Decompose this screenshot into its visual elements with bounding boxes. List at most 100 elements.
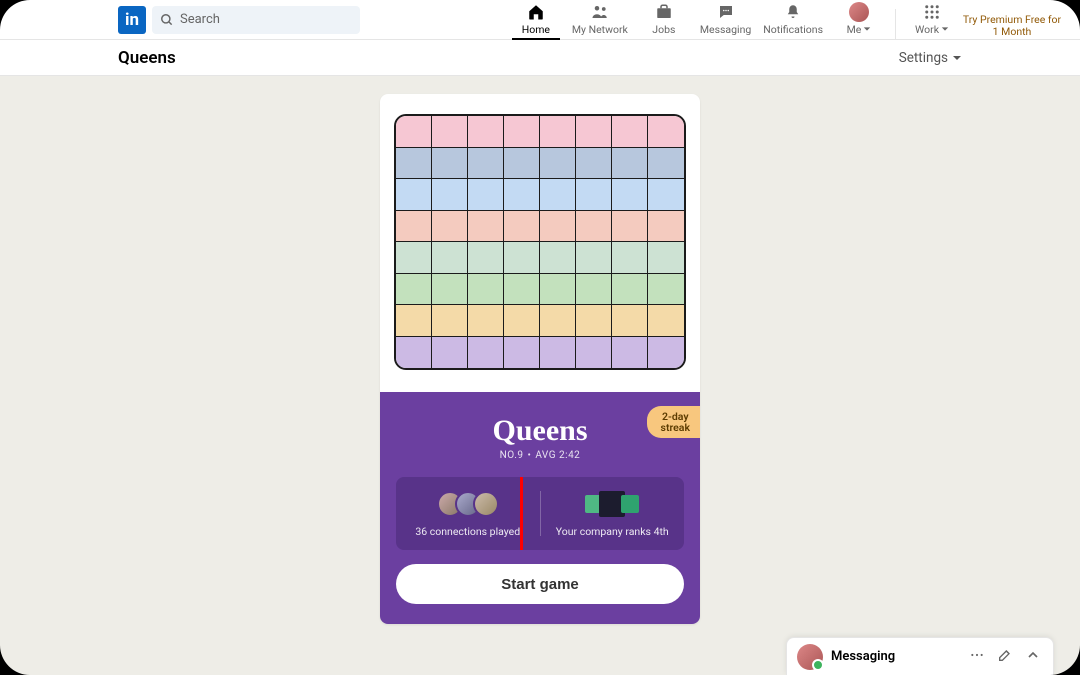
board-cell[interactable] <box>468 179 504 211</box>
board-cell[interactable] <box>396 179 432 211</box>
board-cell[interactable] <box>540 242 576 274</box>
game-meta: NO.9•AVG 2:42 <box>396 450 684 461</box>
board-cell[interactable] <box>576 305 612 337</box>
avatar-icon <box>797 644 823 670</box>
board-cell[interactable] <box>540 337 576 369</box>
board-cell[interactable] <box>612 337 648 369</box>
board-cell[interactable] <box>432 242 468 274</box>
jobs-icon <box>654 3 674 21</box>
board-cell[interactable] <box>504 242 540 274</box>
board-cell[interactable] <box>540 305 576 337</box>
nav-premium[interactable]: Try Premium Free for 1 Month <box>962 14 1062 39</box>
avatar-icon <box>849 2 869 22</box>
board-cell[interactable] <box>648 305 684 337</box>
board-cell[interactable] <box>396 116 432 148</box>
board-cell[interactable] <box>648 148 684 180</box>
stats-row: 36 connections played Your company ranks… <box>396 477 684 550</box>
board-cell[interactable] <box>468 242 504 274</box>
settings-button[interactable]: Settings <box>899 50 962 66</box>
board-cell[interactable] <box>504 148 540 180</box>
search-input[interactable]: Search <box>152 6 360 34</box>
board-cell[interactable] <box>504 116 540 148</box>
board-cell[interactable] <box>432 274 468 306</box>
nav-network[interactable]: My Network <box>566 3 634 39</box>
stat-company-rank[interactable]: Your company ranks 4th <box>541 477 685 550</box>
board-cell[interactable] <box>432 148 468 180</box>
board-cell[interactable] <box>612 148 648 180</box>
nav-home[interactable]: Home <box>506 3 566 39</box>
board-cell[interactable] <box>648 211 684 243</box>
page-title: Queens <box>118 48 176 68</box>
board-cell[interactable] <box>612 242 648 274</box>
more-icon[interactable] <box>967 645 987 669</box>
board-cell[interactable] <box>540 274 576 306</box>
board-cell[interactable] <box>504 337 540 369</box>
board-cell[interactable] <box>396 274 432 306</box>
messaging-title: Messaging <box>831 649 895 664</box>
board-cell[interactable] <box>648 116 684 148</box>
board-cell[interactable] <box>540 148 576 180</box>
board-cell[interactable] <box>396 211 432 243</box>
game-card: 2-day streak Queens NO.9•AVG 2:42 36 con… <box>380 94 700 624</box>
board-cell[interactable] <box>648 337 684 369</box>
bell-icon <box>783 3 803 21</box>
board-cell[interactable] <box>540 116 576 148</box>
board-cell[interactable] <box>540 211 576 243</box>
nav-messaging[interactable]: Messaging <box>694 3 757 39</box>
board-cell[interactable] <box>576 211 612 243</box>
nav-notifications[interactable]: Notifications <box>757 3 829 39</box>
messaging-icon <box>716 3 736 21</box>
board-cell[interactable] <box>396 337 432 369</box>
board-cell[interactable] <box>576 148 612 180</box>
board-cell[interactable] <box>504 274 540 306</box>
board-cell[interactable] <box>504 179 540 211</box>
linkedin-logo[interactable]: in <box>118 6 146 34</box>
board-cell[interactable] <box>576 116 612 148</box>
streak-badge: 2-day streak <box>647 406 700 438</box>
board-cell[interactable] <box>504 305 540 337</box>
board-cell[interactable] <box>432 116 468 148</box>
board-cell[interactable] <box>612 179 648 211</box>
search-icon <box>160 13 174 27</box>
board-cell[interactable] <box>648 242 684 274</box>
nav-jobs[interactable]: Jobs <box>634 3 694 39</box>
board-cell[interactable] <box>576 274 612 306</box>
board-cell[interactable] <box>612 211 648 243</box>
chevron-up-icon[interactable] <box>1023 645 1043 669</box>
board-cell[interactable] <box>396 305 432 337</box>
caret-down-icon <box>941 25 949 33</box>
avatar-icon <box>473 491 499 517</box>
board-cell[interactable] <box>432 179 468 211</box>
board-cell[interactable] <box>540 179 576 211</box>
board-cell[interactable] <box>468 148 504 180</box>
board-cell[interactable] <box>612 274 648 306</box>
board-cell[interactable] <box>612 305 648 337</box>
board-cell[interactable] <box>612 116 648 148</box>
board-cell[interactable] <box>576 179 612 211</box>
start-game-button[interactable]: Start game <box>396 564 684 604</box>
nav-me[interactable]: Me <box>829 2 889 39</box>
board-cell[interactable] <box>468 211 504 243</box>
stat-connections[interactable]: 36 connections played <box>396 477 540 550</box>
queens-board <box>394 114 686 370</box>
network-icon <box>590 3 610 21</box>
board-cell[interactable] <box>468 116 504 148</box>
board-cell[interactable] <box>396 148 432 180</box>
board-cell[interactable] <box>504 211 540 243</box>
board-cell[interactable] <box>432 337 468 369</box>
board-cell[interactable] <box>396 242 432 274</box>
board-cell[interactable] <box>432 305 468 337</box>
board-cell[interactable] <box>468 337 504 369</box>
board-cell[interactable] <box>468 274 504 306</box>
board-cell[interactable] <box>648 179 684 211</box>
messaging-bar[interactable]: Messaging <box>786 637 1054 675</box>
board-cell[interactable] <box>468 305 504 337</box>
nav-work[interactable]: Work <box>902 3 962 39</box>
board-cell[interactable] <box>648 274 684 306</box>
board-cell[interactable] <box>576 337 612 369</box>
board-cell[interactable] <box>432 211 468 243</box>
nav-separator <box>895 9 896 39</box>
board-cell[interactable] <box>576 242 612 274</box>
compose-icon[interactable] <box>995 645 1015 669</box>
top-nav: in Search Home My Network Jobs Messaging… <box>0 0 1080 40</box>
